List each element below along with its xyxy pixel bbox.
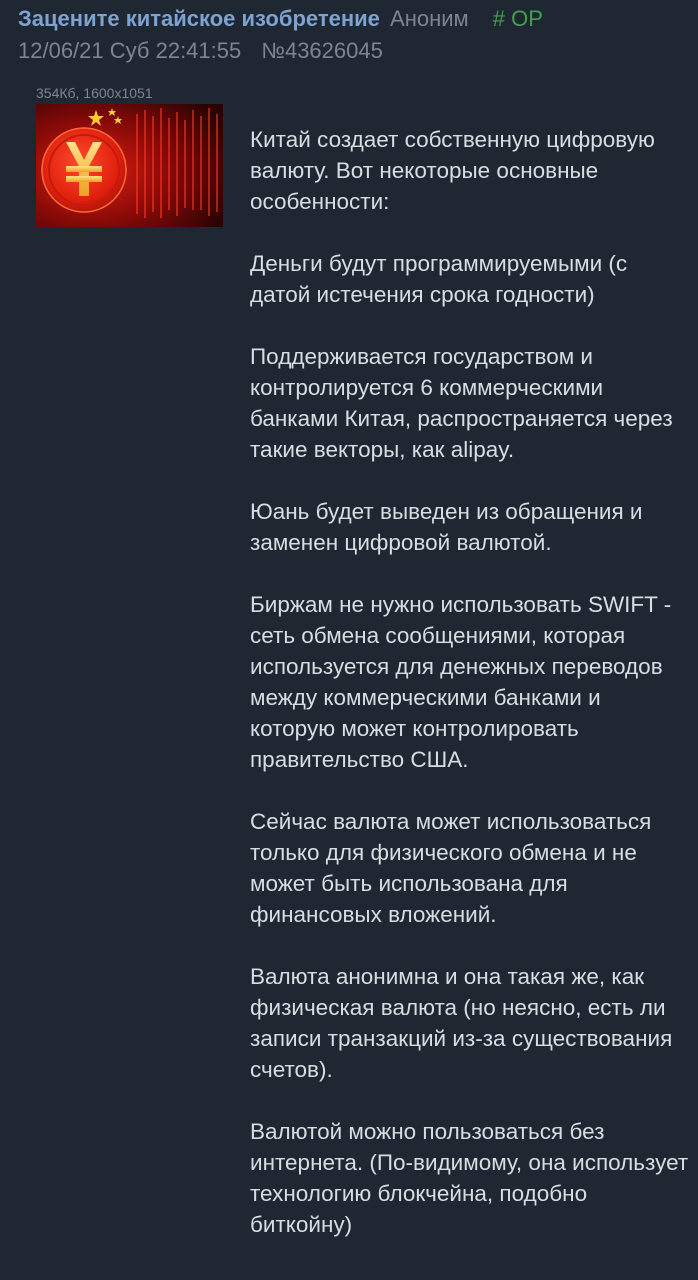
post-paragraph: Валюта анонимна и она такая же, как физи…	[250, 964, 673, 1082]
post-paragraph: Биржам не нужно использовать SWIFT - сет…	[250, 592, 672, 772]
yuan-coin-icon	[36, 104, 223, 227]
post-author[interactable]: Аноним	[390, 6, 469, 31]
post-paragraph: Юань будет выведен из обращения и замене…	[250, 499, 643, 555]
post-paragraph: Китай создает собственную цифровую валют…	[250, 127, 655, 214]
post-body: Китай создает собственную цифровую валют…	[250, 124, 690, 1271]
post-paragraph: Сейчас валюта может использоваться тольк…	[250, 809, 652, 927]
post: Зацените китайское изобретение Аноним # …	[0, 0, 698, 1280]
post-number[interactable]: №43626045	[261, 38, 382, 63]
post-paragraph: Поддерживается государством и контролиру…	[250, 344, 673, 462]
post-meta: 12/06/21 Суб 22:41:55 №43626045	[18, 36, 383, 66]
op-badge: # OP	[492, 6, 543, 31]
attachment-thumbnail[interactable]	[36, 104, 223, 227]
post-header: Зацените китайское изобретение Аноним # …	[18, 4, 688, 34]
post-paragraph: Валютой можно пользоваться без интернета…	[250, 1119, 689, 1237]
post-paragraph: Деньги будут программируемыми (с датой и…	[250, 251, 628, 307]
post-date: 12/06/21 Суб 22:41:55	[18, 38, 242, 63]
post-title: Зацените китайское изобретение	[18, 6, 380, 31]
file-info[interactable]: 354Кб, 1600x1051	[36, 84, 153, 102]
